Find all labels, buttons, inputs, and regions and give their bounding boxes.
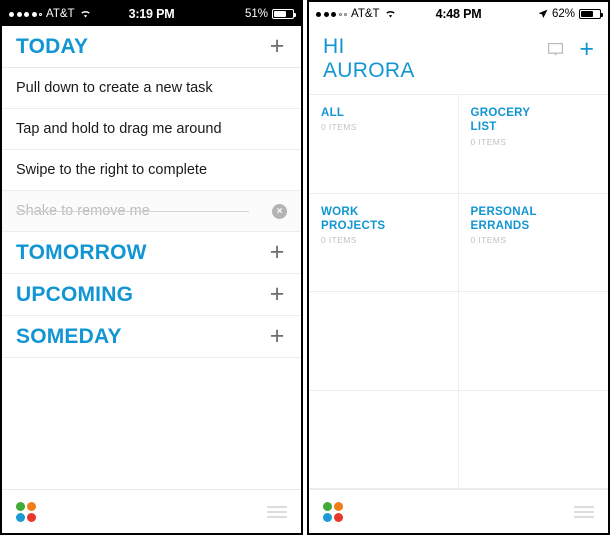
list-item-count: 0 ITEMS [321, 122, 357, 133]
left-status-bar: AT&T 3:19 PM 51% [2, 2, 301, 26]
greeting-line-1: HI [323, 35, 345, 58]
empty-space [2, 358, 301, 489]
battery-percent-label: 62% [551, 8, 575, 20]
task-list: TODAY + Pull down to create a new task T… [2, 26, 301, 489]
greeting-actions: + [548, 35, 594, 62]
logo-dot-orange [334, 501, 343, 511]
task-text: Pull down to create a new task [16, 80, 213, 96]
list-title: WORK PROJECTS [321, 205, 386, 232]
logo-dot-red [27, 512, 36, 522]
logo-dot-orange [27, 501, 36, 511]
app-logo-dots-icon[interactable] [16, 501, 36, 522]
right-phone-screen: AT&T 4:48 PM 62% HI AURORA + ALL 0 ITEMS… [307, 0, 610, 535]
add-task-button-upcoming[interactable]: + [267, 282, 287, 307]
add-task-button-someday[interactable]: + [267, 324, 287, 349]
remove-task-button[interactable]: × [272, 203, 287, 219]
greeting-line-2: AURORA [323, 58, 415, 82]
section-title: TOMORROW [16, 240, 147, 264]
list-cell-grocery-list[interactable]: GROCERY LIST 0 ITEMS [458, 95, 608, 194]
logo-dot-blue [323, 512, 332, 522]
section-header-someday[interactable]: SOMEDAY + [2, 316, 301, 358]
list-cell-empty [309, 292, 459, 391]
list-item-count: 0 ITEMS [470, 136, 507, 147]
list-cell-empty [458, 292, 608, 391]
task-row[interactable]: Pull down to create a new task [2, 68, 301, 109]
left-phone-screen: AT&T 3:19 PM 51% TODAY + Pull down to cr… [0, 0, 303, 535]
comment-icon[interactable] [548, 42, 564, 57]
hamburger-icon[interactable] [267, 505, 287, 518]
task-row-completed[interactable]: Shake to remove me × [2, 191, 301, 232]
section-title: TODAY [16, 34, 89, 58]
list-cell-all[interactable]: ALL 0 ITEMS [309, 95, 459, 194]
section-header-upcoming[interactable]: UPCOMING + [2, 274, 301, 316]
greeting-bar: HI AURORA + [309, 26, 608, 96]
logo-dot-red [334, 512, 343, 522]
list-cell-empty [458, 390, 608, 489]
location-arrow-icon [538, 9, 548, 19]
list-cell-personal-errands[interactable]: PERSONAL ERRANDS 0 ITEMS [458, 193, 608, 293]
add-task-button-today[interactable]: + [267, 34, 287, 59]
list-cell-work-projects[interactable]: WORK PROJECTS 0 ITEMS [309, 193, 459, 293]
add-list-button[interactable]: + [579, 37, 594, 62]
status-bar-right: 51% [244, 8, 296, 20]
section-title: SOMEDAY [16, 324, 122, 348]
status-bar-right: 62% [538, 8, 603, 20]
right-status-bar: AT&T 4:48 PM 62% [309, 2, 608, 26]
strikethrough-line [16, 211, 249, 212]
battery-icon [579, 9, 603, 19]
list-title: GROCERY LIST [470, 107, 531, 134]
section-header-today[interactable]: TODAY + [2, 26, 301, 68]
list-cell-empty [309, 390, 459, 489]
right-bottom-bar [309, 489, 608, 533]
section-header-tomorrow[interactable]: TOMORROW + [2, 232, 301, 274]
list-title: PERSONAL ERRANDS [470, 205, 537, 232]
section-title: UPCOMING [16, 282, 134, 306]
task-row[interactable]: Swipe to the right to complete [2, 150, 301, 191]
task-text: Tap and hold to drag me around [16, 121, 222, 137]
logo-dot-green [16, 501, 25, 511]
task-row[interactable]: Tap and hold to drag me around [2, 109, 301, 150]
logo-dot-green [323, 501, 332, 511]
task-text: Swipe to the right to complete [16, 162, 208, 178]
logo-dot-blue [16, 512, 25, 522]
list-item-count: 0 ITEMS [470, 235, 507, 246]
list-item-count: 0 ITEMS [321, 235, 357, 246]
app-logo-dots-icon[interactable] [323, 501, 343, 522]
battery-percent-label: 51% [244, 8, 268, 20]
hamburger-icon[interactable] [574, 505, 594, 518]
add-task-button-tomorrow[interactable]: + [267, 240, 287, 265]
lists-grid: ALL 0 ITEMS GROCERY LIST 0 ITEMS WORK PROJ… [309, 95, 608, 489]
greeting-text: HI AURORA [323, 35, 415, 82]
list-title: ALL [321, 107, 345, 120]
battery-icon [272, 9, 296, 19]
left-bottom-bar [2, 489, 301, 533]
screenshot-pair: AT&T 3:19 PM 51% TODAY + Pull down to cr… [0, 0, 610, 535]
